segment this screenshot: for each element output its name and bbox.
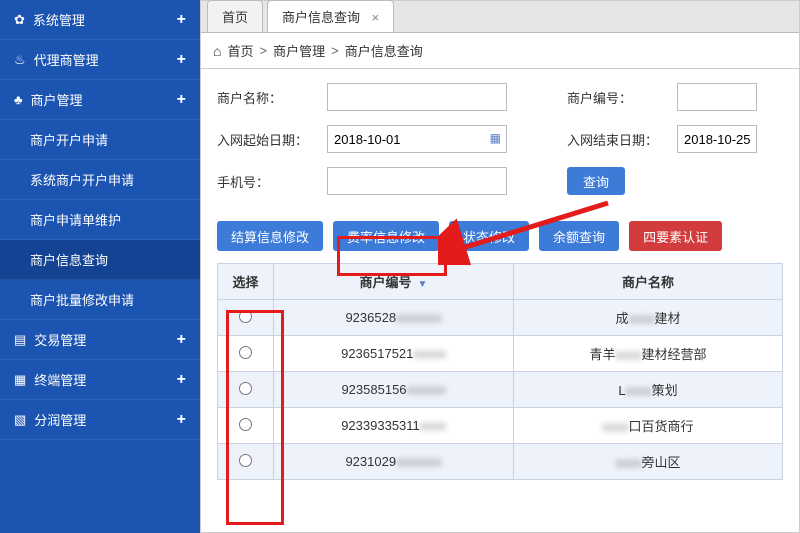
breadcrumb: ⌂ 首页 > 商户管理 > 商户信息查询 xyxy=(201,33,799,69)
chart-icon: ▧ xyxy=(14,412,26,428)
col-select[interactable]: 选择 xyxy=(218,264,274,300)
gear-icon: ✿ xyxy=(14,12,25,28)
tab-bar: 首页 商户信息查询 × xyxy=(201,1,799,33)
crumb-sep: > xyxy=(331,43,339,58)
tab-label: 商户信息查询 xyxy=(282,10,360,25)
col-merchant-name[interactable]: 商户名称 xyxy=(514,264,783,300)
sidebar-sub-label: 系统商户开户申请 xyxy=(30,170,134,189)
expand-icon: + xyxy=(177,91,186,109)
cell-merchant-no: 9231029xxxxxxx xyxy=(274,444,514,480)
table-row[interactable]: 923585156xxxxxxLxxxx策划 xyxy=(218,372,783,408)
sidebar-item-label: 商户管理 xyxy=(31,90,83,109)
merchant-name-input[interactable] xyxy=(327,83,507,111)
expand-icon: + xyxy=(177,411,186,429)
merchant-name-label: 商户名称： xyxy=(217,88,327,107)
sidebar-sub-sys-open[interactable]: 系统商户开户申请 xyxy=(0,160,200,200)
cell-merchant-name: 成xxxx建材 xyxy=(514,300,783,336)
start-date-label: 入网起始日期： xyxy=(217,130,327,149)
tab-close-icon[interactable]: × xyxy=(372,10,380,25)
expand-icon: + xyxy=(177,11,186,29)
sidebar-item-label: 分润管理 xyxy=(34,410,86,429)
tab-label: 首页 xyxy=(222,10,248,25)
merchant-no-label: 商户编号： xyxy=(567,88,677,107)
sidebar-item-label: 系统管理 xyxy=(33,10,85,29)
cell-merchant-name: Lxxxx策划 xyxy=(514,372,783,408)
table-row[interactable]: 9236528xxxxxxx成xxxx建材 xyxy=(218,300,783,336)
cell-merchant-no: 9236517521xxxxx xyxy=(274,336,514,372)
cell-merchant-name: xxxx口百货商行 xyxy=(514,408,783,444)
table-row[interactable]: 9236517521xxxxx青羊xxxx建材经营部 xyxy=(218,336,783,372)
sidebar-item-transaction[interactable]: ▤ 交易管理 + xyxy=(0,320,200,360)
table-row[interactable]: 9231029xxxxxxxxxxx旁山区 xyxy=(218,444,783,480)
calendar-icon[interactable]: ▦ xyxy=(490,131,501,145)
terminal-icon: ▦ xyxy=(14,372,26,388)
cell-merchant-no: 923585156xxxxxx xyxy=(274,372,514,408)
phone-label: 手机号： xyxy=(217,172,327,191)
end-date-label: 入网结束日期： xyxy=(567,130,677,149)
crumb-home[interactable]: 首页 xyxy=(227,41,253,60)
row-select-radio[interactable] xyxy=(239,418,252,431)
balance-query-button[interactable]: 余额查询 xyxy=(539,221,619,251)
sidebar-sub-open-apply[interactable]: 商户开户申请 xyxy=(0,120,200,160)
row-select-radio[interactable] xyxy=(239,454,252,467)
cell-merchant-name: 青羊xxxx建材经营部 xyxy=(514,336,783,372)
crumb-merchant[interactable]: 商户管理 xyxy=(273,41,325,60)
sidebar-item-terminal[interactable]: ▦ 终端管理 + xyxy=(0,360,200,400)
result-table: 选择 商户编号▼ 商户名称 9236528xxxxxxx成xxxx建材92365… xyxy=(217,263,783,480)
sidebar-item-system[interactable]: ✿ 系统管理 + xyxy=(0,0,200,40)
tab-home[interactable]: 首页 xyxy=(207,0,263,32)
action-button-row: 结算信息修改 费率信息修改 状态修改 余额查询 四要素认证 xyxy=(201,217,799,263)
expand-icon: + xyxy=(177,331,186,349)
sidebar-sub-info-query[interactable]: 商户信息查询 xyxy=(0,240,200,280)
cell-merchant-no: 92339335311xxxx xyxy=(274,408,514,444)
start-date-input[interactable] xyxy=(327,125,507,153)
merchant-icon: ♣ xyxy=(14,92,23,107)
sidebar-sub-apply-maint[interactable]: 商户申请单维护 xyxy=(0,200,200,240)
four-element-auth-button[interactable]: 四要素认证 xyxy=(629,221,722,251)
row-select-radio[interactable] xyxy=(239,382,252,395)
merchant-no-input[interactable] xyxy=(677,83,757,111)
phone-input[interactable] xyxy=(327,167,507,195)
result-table-wrap: 选择 商户编号▼ 商户名称 9236528xxxxxxx成xxxx建材92365… xyxy=(201,263,799,480)
book-icon: ▤ xyxy=(14,332,26,348)
expand-icon: + xyxy=(177,371,186,389)
expand-icon: + xyxy=(177,51,186,69)
row-select-radio[interactable] xyxy=(239,310,252,323)
sidebar: ✿ 系统管理 + ♨ 代理商管理 + ♣ 商户管理 + 商户开户申请 系统商户开户申请… xyxy=(0,0,200,533)
sidebar-sub-label: 商户批量修改申请 xyxy=(30,290,134,309)
sidebar-item-label: 终端管理 xyxy=(34,370,86,389)
group-icon: ♨ xyxy=(14,52,26,68)
cell-merchant-no: 9236528xxxxxxx xyxy=(274,300,514,336)
sidebar-item-agent[interactable]: ♨ 代理商管理 + xyxy=(0,40,200,80)
crumb-sep: > xyxy=(259,43,267,58)
search-form: 商户名称： 商户编号： 入网起始日期： ▦ 入网结束日期： 手机号： 查询 xyxy=(201,69,799,217)
table-row[interactable]: 92339335311xxxxxxxx口百货商行 xyxy=(218,408,783,444)
end-date-input[interactable] xyxy=(677,125,757,153)
cell-merchant-name: xxxx旁山区 xyxy=(514,444,783,480)
sidebar-sub-label: 商户申请单维护 xyxy=(30,210,121,229)
tab-merchant-query[interactable]: 商户信息查询 × xyxy=(267,0,394,32)
sidebar-item-label: 代理商管理 xyxy=(34,50,99,69)
sort-icon: ▼ xyxy=(418,279,428,290)
home-icon: ⌂ xyxy=(213,43,221,59)
sidebar-sub-label: 商户开户申请 xyxy=(30,130,108,149)
status-modify-button[interactable]: 状态修改 xyxy=(449,221,529,251)
settlement-modify-button[interactable]: 结算信息修改 xyxy=(217,221,323,251)
sidebar-item-label: 交易管理 xyxy=(34,330,86,349)
crumb-leaf: 商户信息查询 xyxy=(345,41,423,60)
rate-modify-button[interactable]: 费率信息修改 xyxy=(333,221,439,251)
col-merchant-no[interactable]: 商户编号▼ xyxy=(274,264,514,300)
main-panel: 首页 商户信息查询 × ⌂ 首页 > 商户管理 > 商户信息查询 商户名称： 商… xyxy=(200,0,800,533)
query-button[interactable]: 查询 xyxy=(567,167,625,195)
sidebar-sub-label: 商户信息查询 xyxy=(30,250,108,269)
sidebar-sub-batch-modify[interactable]: 商户批量修改申请 xyxy=(0,280,200,320)
sidebar-item-profit[interactable]: ▧ 分润管理 + xyxy=(0,400,200,440)
sidebar-item-merchant[interactable]: ♣ 商户管理 + xyxy=(0,80,200,120)
row-select-radio[interactable] xyxy=(239,346,252,359)
